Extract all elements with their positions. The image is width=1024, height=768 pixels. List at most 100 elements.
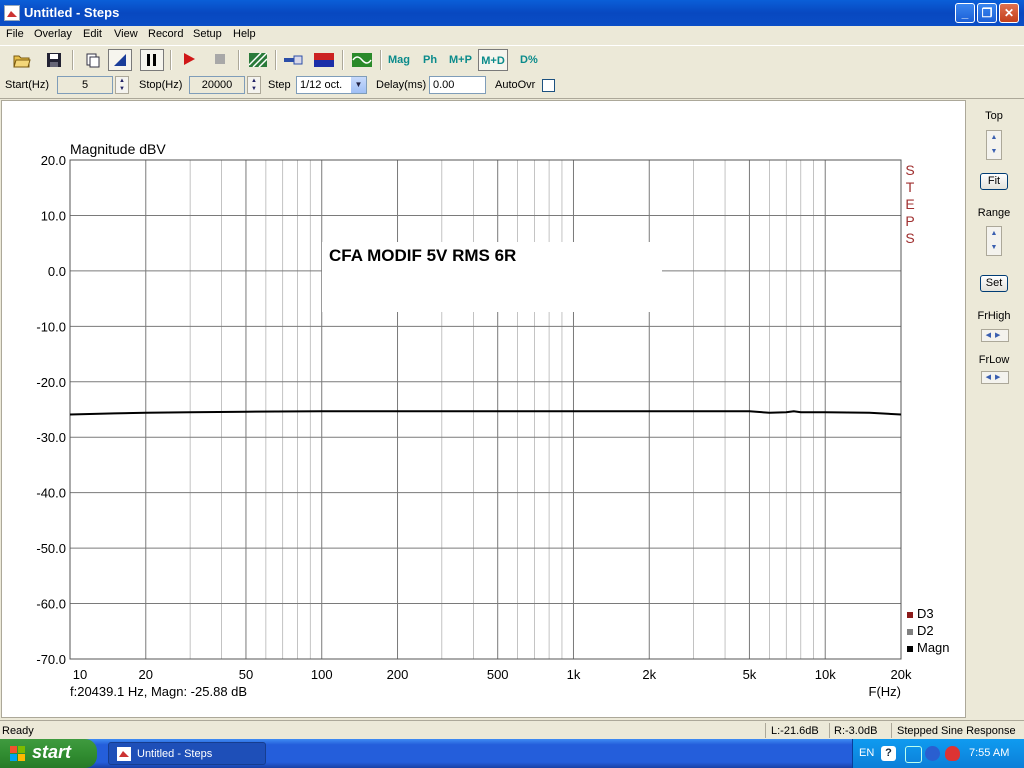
waveform-icon[interactable] [350,49,374,71]
y-tick-label: 10.0 [41,208,66,223]
app-icon[interactable] [4,5,20,21]
fit-button[interactable]: Fit [980,173,1008,190]
menu-setup[interactable]: Setup [193,28,222,40]
steps-letter: S [905,230,914,246]
phase-button[interactable]: Ph [421,49,439,71]
legend-label: D3 [917,606,934,621]
autoovr-checkbox[interactable] [542,79,555,92]
dist-percent-button[interactable]: D% [518,49,540,71]
step-label: Step [268,79,291,91]
y-tick-label: -60.0 [36,597,66,612]
chevron-down-icon[interactable]: ▼ [351,77,366,93]
top-label: Top [985,110,1003,122]
back-arrow-icon[interactable] [925,746,940,761]
security-shield-icon[interactable] [945,746,960,761]
y-tick-label: -70.0 [36,652,66,667]
title-bar: Untitled - Steps _ ❐ ✕ [0,0,1024,26]
y-tick-label: -30.0 [36,430,66,445]
minimize-button[interactable]: _ [955,3,975,23]
stop-input[interactable]: 20000 [189,76,245,94]
start-input[interactable]: 5 [57,76,113,94]
menu-edit[interactable]: Edit [83,28,102,40]
stop-stepper[interactable]: ▲ ▼ [247,76,261,94]
range-stepper[interactable]: ▲ ▼ [986,226,1002,256]
taskbar-item-steps[interactable]: Untitled - Steps [108,742,266,765]
menu-view[interactable]: View [114,28,138,40]
language-indicator[interactable]: EN [859,747,874,759]
hatch-pattern-icon[interactable] [246,49,270,71]
magnitude-trace [69,410,902,416]
toolbar-separator [275,50,277,70]
autoovr-label: AutoOvr [495,79,536,91]
taskbar: start Untitled - Steps EN ? 7:55 AM [0,739,1024,768]
menu-help[interactable]: Help [233,28,256,40]
status-separator [829,723,830,738]
maximize-button[interactable]: ❐ [977,3,997,23]
start-button[interactable]: start [0,739,97,768]
legend-swatch [907,629,913,635]
y-tick-label: 20.0 [41,153,66,168]
x-tick-label: 500 [487,667,509,682]
menu-overlay[interactable]: Overlay [34,28,72,40]
stop-label: Stop(Hz) [139,79,183,91]
x-tick-label: 50 [239,667,253,682]
top-stepper[interactable]: ▲ ▼ [986,130,1002,160]
start-stepper[interactable]: ▲ ▼ [115,76,129,94]
start-label: Start(Hz) [5,79,49,91]
status-bar: Ready L:-21.6dB R:-3.0dB Stepped Sine Re… [0,720,1024,740]
pause-icon[interactable] [140,49,164,71]
delay-input[interactable]: 0.00 [429,76,486,94]
chart-annotation: CFA MODIF 5V RMS 6R [329,246,516,265]
connector-icon[interactable] [282,49,306,71]
x-tick-label: 100 [311,667,333,682]
menu-file[interactable]: File [6,28,24,40]
x-tick-label: 1k [567,667,581,682]
range-label: Range [977,207,1011,219]
y-tick-label: -50.0 [36,541,66,556]
frlow-stepper[interactable]: ◀▶ [981,371,1009,384]
mag-button[interactable]: Mag [386,49,412,71]
x-tick-label: 10 [73,667,87,682]
y-axis-label: Magnitude dBV [70,141,166,157]
response-chart[interactable]: 20.0 10.0 0.0 -10.0 -20.0 -30.0 -40.0 -50.0 -60.… [2,101,965,717]
side-control-panel: Top Range FrHigh FrLow [968,100,1024,718]
delay-label: Delay(ms) [376,79,427,91]
help-icon[interactable]: ? [881,746,896,761]
x-tick-label: 20 [139,667,153,682]
x-tick-label: 2k [642,667,656,682]
toolbar-separator [238,50,240,70]
copy-icon[interactable] [80,49,104,71]
stop-icon[interactable] [208,49,232,71]
status-right-level: R:-3.0dB [834,725,878,737]
mag-phase-button[interactable]: M+P [447,49,474,71]
y-tick-label: -40.0 [36,486,66,501]
status-ready: Ready [2,725,34,737]
step-select-value: 1/12 oct. [300,79,343,91]
play-icon[interactable] [177,49,201,71]
steps-letter: E [905,196,914,212]
spectrum-icon[interactable] [312,49,336,71]
x-axis-label: F(Hz) [869,684,902,699]
step-select[interactable]: 1/12 oct. ▼ [296,76,367,94]
save-disk-icon[interactable] [42,49,66,71]
y-tick-label: 0.0 [48,264,66,279]
mag-dist-button[interactable]: M+D [478,49,508,71]
frhigh-stepper[interactable]: ◀▶ [981,329,1009,342]
legend-swatch [907,646,913,652]
toolbar-separator [342,50,344,70]
toolbar-separator [170,50,172,70]
frlow-label: FrLow [978,354,1010,366]
menu-record[interactable]: Record [148,28,183,40]
set-button[interactable]: Set [980,275,1008,292]
close-button[interactable]: ✕ [999,3,1019,23]
plot-panel[interactable]: 20.0 10.0 0.0 -10.0 -20.0 -30.0 -40.0 -50.0 -60.… [1,100,966,718]
open-folder-icon[interactable] [10,49,34,71]
legend-swatch [907,612,913,618]
network-icon[interactable] [905,746,922,763]
menu-bar: File Overlay Edit View Record Setup Help [0,26,1024,44]
legend-label: Magn [917,640,950,655]
sweep-mode-icon[interactable] [108,49,132,71]
steps-letter: S [905,162,914,178]
windows-flag-icon [10,746,26,762]
system-tray: EN ? 7:55 AM [852,739,1024,768]
